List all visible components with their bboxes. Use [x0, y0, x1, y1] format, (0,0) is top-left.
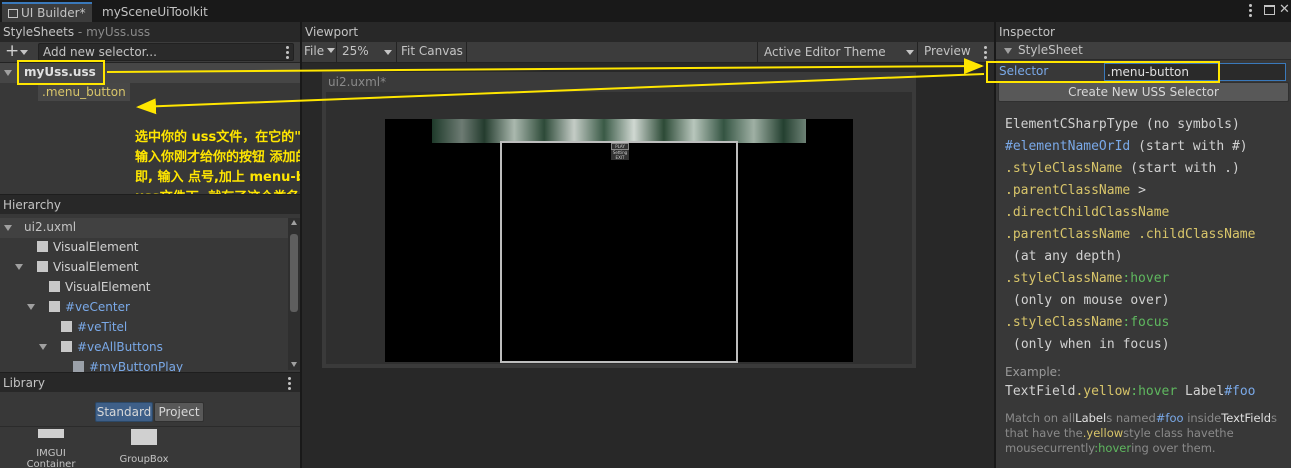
annotation-arrows: [106, 58, 985, 115]
arrow-selector-to-class: [136, 73, 985, 115]
arrow-file-to-selector: [106, 58, 984, 75]
